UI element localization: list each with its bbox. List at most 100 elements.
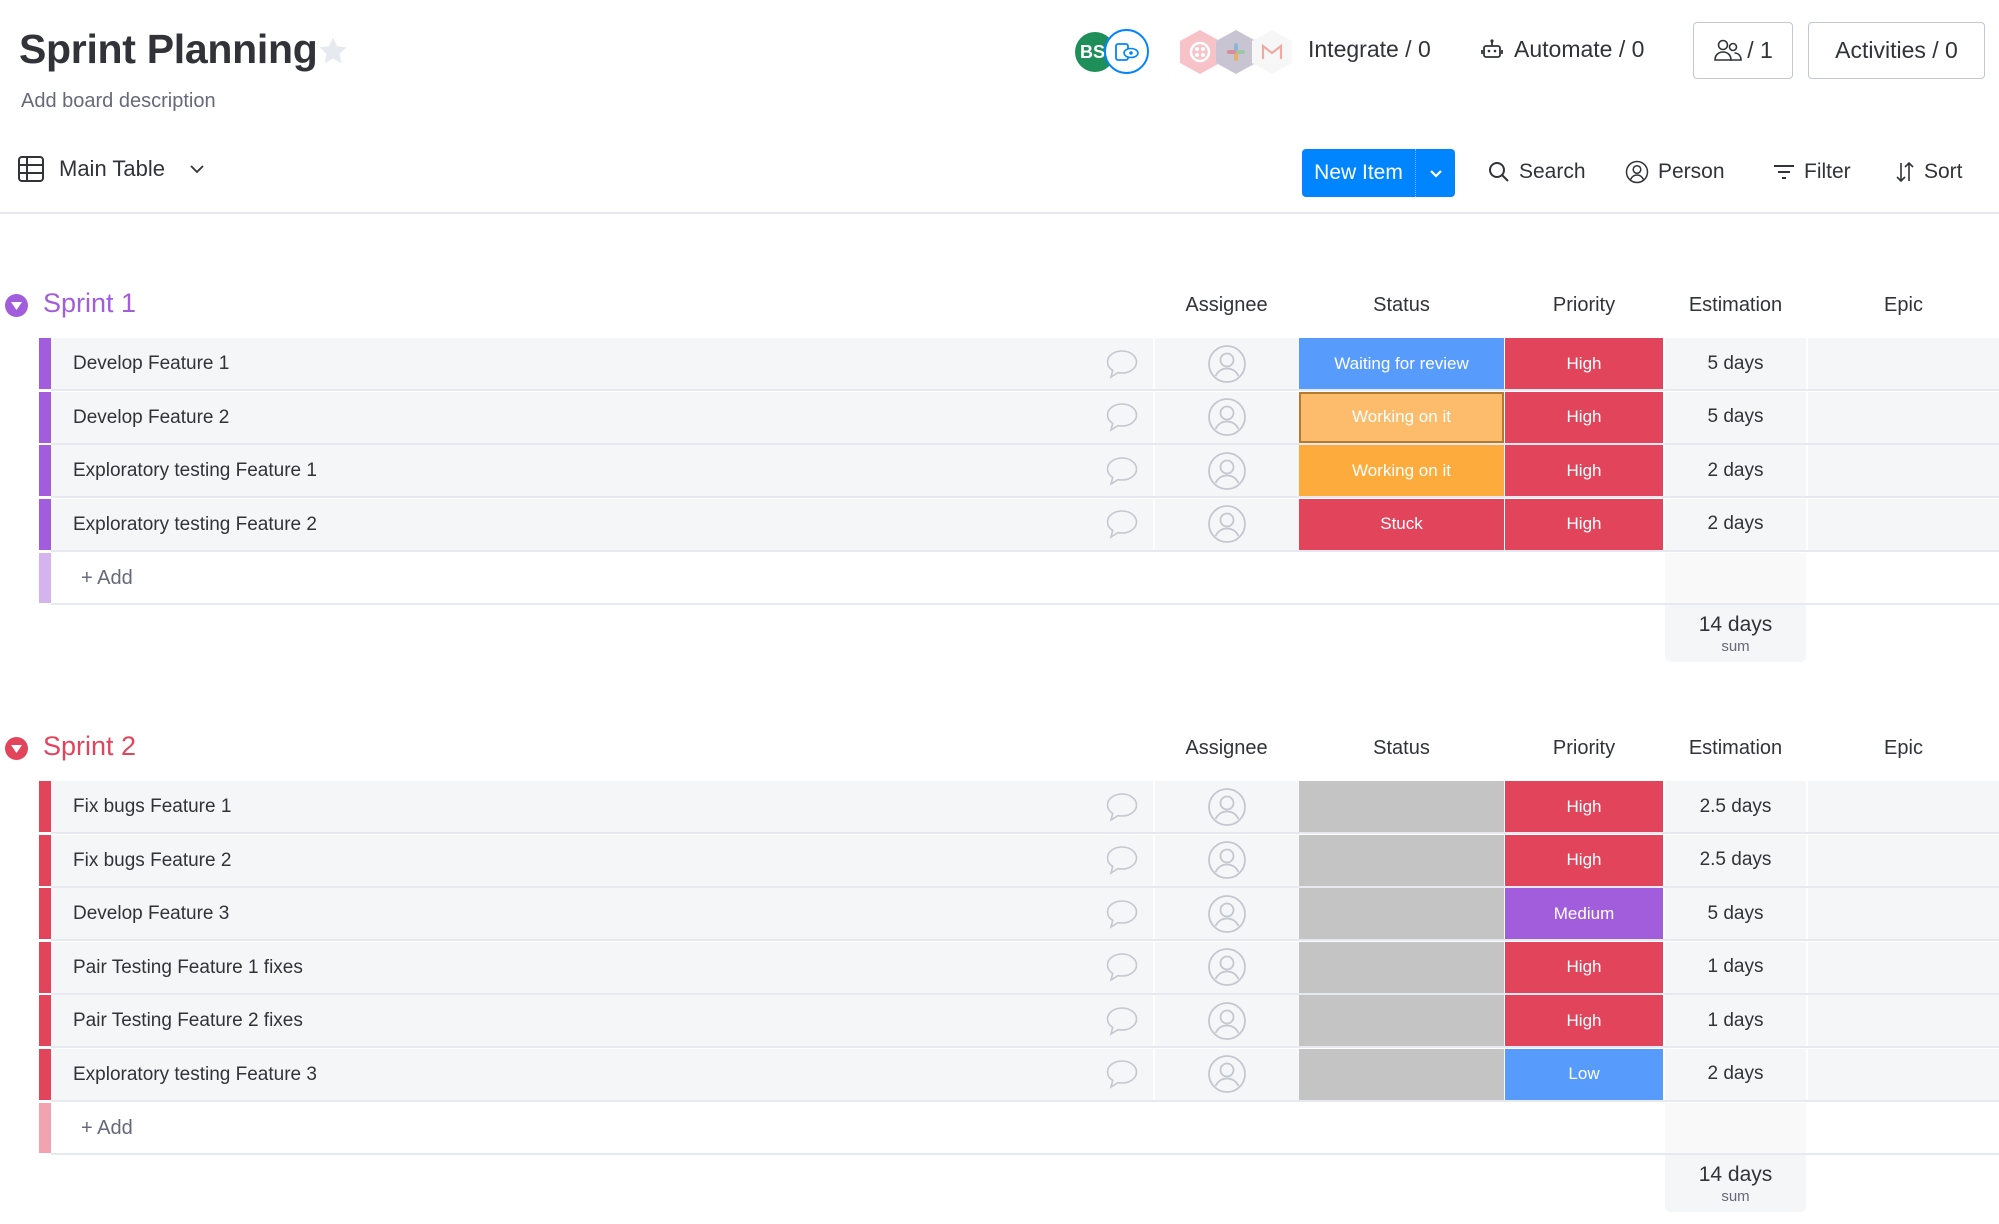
priority-cell[interactable]: High bbox=[1505, 445, 1663, 496]
group-title[interactable]: Sprint 1 bbox=[43, 288, 136, 319]
automate-button[interactable]: Automate / 0 bbox=[1480, 36, 1644, 63]
sort-button[interactable]: Sort bbox=[1895, 160, 1963, 184]
assignee-cell[interactable] bbox=[1155, 995, 1299, 1046]
filter-button[interactable]: Filter bbox=[1773, 160, 1851, 184]
item-updates-button[interactable] bbox=[1090, 781, 1153, 832]
item-name[interactable]: Pair Testing Feature 1 fixes bbox=[51, 941, 1090, 993]
epic-cell[interactable] bbox=[1808, 941, 1999, 993]
add-item-button[interactable]: + Add bbox=[81, 1103, 133, 1153]
estimation-cell[interactable]: 1 days bbox=[1665, 995, 1806, 1046]
epic-cell[interactable] bbox=[1808, 888, 1999, 939]
column-header-priority[interactable]: Priority bbox=[1505, 737, 1663, 760]
assignee-cell[interactable] bbox=[1155, 941, 1299, 993]
assignee-cell[interactable] bbox=[1155, 781, 1299, 832]
status-cell[interactable] bbox=[1299, 941, 1504, 993]
status-cell[interactable] bbox=[1299, 888, 1504, 939]
assignee-cell[interactable] bbox=[1155, 1048, 1299, 1100]
estimation-cell[interactable]: 2 days bbox=[1665, 1048, 1806, 1100]
item-name[interactable]: Develop Feature 3 bbox=[51, 888, 1090, 939]
status-cell[interactable] bbox=[1299, 995, 1504, 1046]
item-updates-button[interactable] bbox=[1090, 338, 1153, 389]
slack-integration-icon[interactable] bbox=[1216, 30, 1256, 74]
item-name[interactable]: Fix bugs Feature 2 bbox=[51, 834, 1090, 886]
priority-cell[interactable]: High bbox=[1505, 338, 1663, 389]
add-item-row[interactable]: + Add bbox=[39, 553, 1999, 603]
priority-cell[interactable]: High bbox=[1505, 781, 1663, 832]
star-icon[interactable] bbox=[316, 34, 350, 68]
item-name[interactable]: Pair Testing Feature 2 fixes bbox=[51, 995, 1090, 1046]
integrate-button[interactable]: Integrate / 0 bbox=[1308, 36, 1431, 63]
item-updates-button[interactable] bbox=[1090, 995, 1153, 1046]
status-cell[interactable] bbox=[1299, 781, 1504, 832]
estimation-sum[interactable]: 14 days sum bbox=[1665, 1155, 1806, 1212]
new-item-dropdown[interactable] bbox=[1416, 169, 1455, 178]
item-updates-button[interactable] bbox=[1090, 834, 1153, 886]
estimation-cell[interactable]: 2 days bbox=[1665, 498, 1806, 550]
estimation-cell[interactable]: 2.5 days bbox=[1665, 834, 1806, 886]
estimation-cell[interactable]: 2 days bbox=[1665, 445, 1806, 496]
group-collapse-toggle[interactable] bbox=[5, 294, 28, 317]
column-header-assignee[interactable]: Assignee bbox=[1154, 737, 1299, 760]
estimation-cell[interactable]: 5 days bbox=[1665, 338, 1806, 389]
priority-cell[interactable]: High bbox=[1505, 498, 1663, 550]
status-cell[interactable]: Working on it bbox=[1299, 391, 1504, 443]
group-collapse-toggle[interactable] bbox=[5, 737, 28, 760]
assignee-cell[interactable] bbox=[1155, 834, 1299, 886]
estimation-cell[interactable]: 5 days bbox=[1665, 391, 1806, 443]
assignee-cell[interactable] bbox=[1155, 888, 1299, 939]
column-header-status[interactable]: Status bbox=[1299, 294, 1504, 317]
board-description[interactable]: Add board description bbox=[21, 90, 216, 113]
item-name[interactable]: Exploratory testing Feature 1 bbox=[51, 445, 1090, 496]
priority-cell[interactable]: Low bbox=[1505, 1048, 1663, 1100]
members-button[interactable]: / 1 bbox=[1693, 22, 1793, 79]
item-name[interactable]: Exploratory testing Feature 3 bbox=[51, 1048, 1090, 1100]
estimation-cell[interactable]: 5 days bbox=[1665, 888, 1806, 939]
assignee-cell[interactable] bbox=[1155, 338, 1299, 389]
add-item-button[interactable]: + Add bbox=[81, 553, 133, 603]
board-title[interactable]: Sprint Planning bbox=[19, 26, 318, 73]
assignee-cell[interactable] bbox=[1155, 391, 1299, 443]
column-header-priority[interactable]: Priority bbox=[1505, 294, 1663, 317]
epic-cell[interactable] bbox=[1808, 834, 1999, 886]
priority-cell[interactable]: High bbox=[1505, 834, 1663, 886]
column-header-assignee[interactable]: Assignee bbox=[1154, 294, 1299, 317]
item-updates-button[interactable] bbox=[1090, 445, 1153, 496]
person-filter-button[interactable]: Person bbox=[1625, 160, 1725, 184]
epic-cell[interactable] bbox=[1808, 445, 1999, 496]
column-header-estimation[interactable]: Estimation bbox=[1665, 737, 1806, 760]
status-cell[interactable]: Working on it bbox=[1299, 445, 1504, 496]
twilio-integration-icon[interactable] bbox=[1180, 30, 1220, 74]
epic-cell[interactable] bbox=[1808, 1048, 1999, 1100]
priority-cell[interactable]: High bbox=[1505, 391, 1663, 443]
board-viewers-button[interactable] bbox=[1104, 29, 1149, 74]
item-updates-button[interactable] bbox=[1090, 888, 1153, 939]
estimation-cell[interactable]: 1 days bbox=[1665, 941, 1806, 993]
epic-cell[interactable] bbox=[1808, 995, 1999, 1046]
epic-cell[interactable] bbox=[1808, 498, 1999, 550]
estimation-sum[interactable]: 14 days sum bbox=[1665, 605, 1806, 662]
item-name[interactable]: Exploratory testing Feature 2 bbox=[51, 498, 1090, 550]
epic-cell[interactable] bbox=[1808, 391, 1999, 443]
status-cell[interactable]: Waiting for review bbox=[1299, 338, 1504, 389]
column-header-status[interactable]: Status bbox=[1299, 737, 1504, 760]
item-updates-button[interactable] bbox=[1090, 1048, 1153, 1100]
priority-cell[interactable]: High bbox=[1505, 941, 1663, 993]
item-name[interactable]: Develop Feature 1 bbox=[51, 338, 1090, 389]
epic-cell[interactable] bbox=[1808, 781, 1999, 832]
search-button[interactable]: Search bbox=[1488, 160, 1586, 184]
add-item-row[interactable]: + Add bbox=[39, 1103, 1999, 1153]
status-cell[interactable] bbox=[1299, 834, 1504, 886]
item-name[interactable]: Fix bugs Feature 1 bbox=[51, 781, 1090, 832]
assignee-cell[interactable] bbox=[1155, 445, 1299, 496]
column-header-epic[interactable]: Epic bbox=[1808, 294, 1999, 317]
epic-cell[interactable] bbox=[1808, 338, 1999, 389]
priority-cell[interactable]: Medium bbox=[1505, 888, 1663, 939]
chevron-down-icon[interactable] bbox=[189, 164, 205, 174]
priority-cell[interactable]: High bbox=[1505, 995, 1663, 1046]
item-updates-button[interactable] bbox=[1090, 391, 1153, 443]
group-title[interactable]: Sprint 2 bbox=[43, 731, 136, 762]
estimation-cell[interactable]: 2.5 days bbox=[1665, 781, 1806, 832]
activities-button[interactable]: Activities / 0 bbox=[1808, 22, 1985, 79]
view-tab-main-table[interactable]: Main Table bbox=[17, 155, 205, 183]
status-cell[interactable]: Stuck bbox=[1299, 498, 1504, 550]
